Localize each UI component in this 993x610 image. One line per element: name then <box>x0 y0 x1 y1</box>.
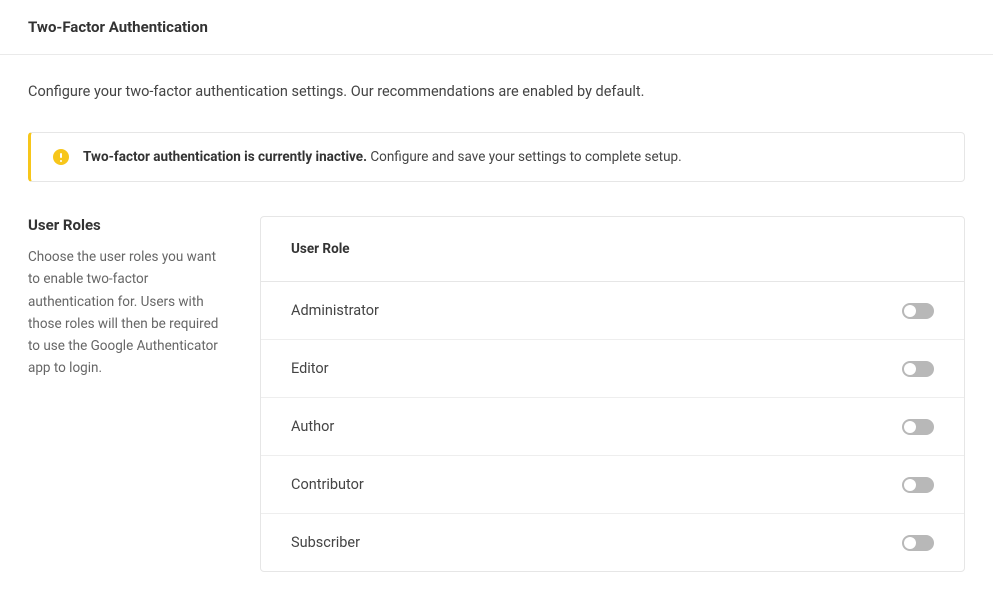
section-description: Choose the user roles you want to enable… <box>28 246 228 380</box>
toggle-editor[interactable] <box>902 361 934 377</box>
section-sidebar: User Roles Choose the user roles you wan… <box>28 216 228 572</box>
role-label: Editor <box>291 360 329 377</box>
role-label: Administrator <box>291 302 379 319</box>
role-row-contributor: Contributor <box>261 456 964 514</box>
toggle-contributor[interactable] <box>902 477 934 493</box>
roles-card: User Role Administrator Editor Author Co… <box>260 216 965 572</box>
page-content: Configure your two-factor authentication… <box>0 55 993 572</box>
page-title: Two-Factor Authentication <box>28 18 965 36</box>
role-row-editor: Editor <box>261 340 964 398</box>
intro-text: Configure your two-factor authentication… <box>28 83 965 100</box>
role-row-subscriber: Subscriber <box>261 514 964 571</box>
role-label: Author <box>291 418 334 435</box>
page-header: Two-Factor Authentication <box>0 0 993 55</box>
role-row-author: Author <box>261 398 964 456</box>
alert-strong: Two-factor authentication is currently i… <box>83 149 367 165</box>
role-label: Contributor <box>291 476 364 493</box>
inactive-alert: Two-factor authentication is currently i… <box>28 132 965 182</box>
user-roles-section: User Roles Choose the user roles you wan… <box>28 216 965 572</box>
role-row-administrator: Administrator <box>261 282 964 340</box>
toggle-subscriber[interactable] <box>902 535 934 551</box>
roles-table-header: User Role <box>261 217 964 282</box>
alert-text: Two-factor authentication is currently i… <box>83 149 682 165</box>
toggle-author[interactable] <box>902 419 934 435</box>
section-main: User Role Administrator Editor Author Co… <box>260 216 965 572</box>
alert-rest: Configure and save your settings to comp… <box>367 149 682 165</box>
toggle-administrator[interactable] <box>902 303 934 319</box>
warning-icon <box>53 149 69 165</box>
role-label: Subscriber <box>291 534 360 551</box>
section-title: User Roles <box>28 216 228 234</box>
